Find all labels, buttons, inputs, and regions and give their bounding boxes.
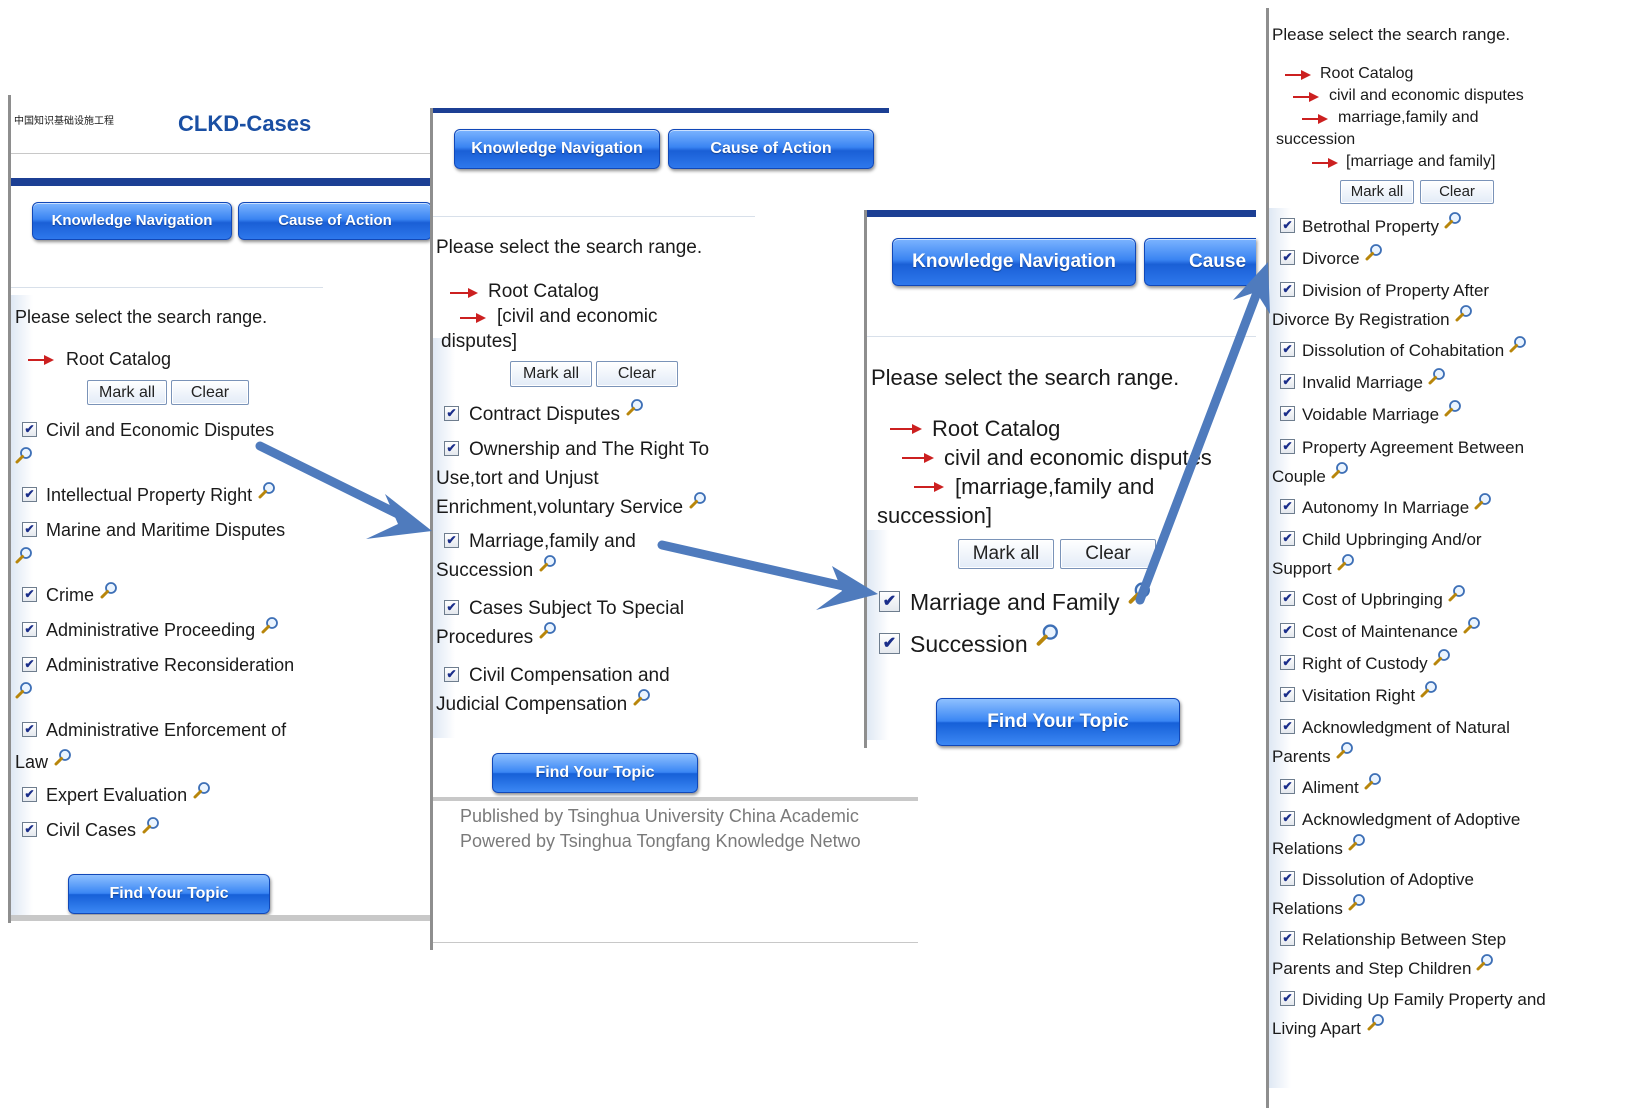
flow-arrows <box>255 262 1270 610</box>
flow-arrow-3 <box>1135 262 1270 605</box>
flow-arrow-1 <box>255 441 432 539</box>
flow-arrow-2 <box>657 540 878 610</box>
